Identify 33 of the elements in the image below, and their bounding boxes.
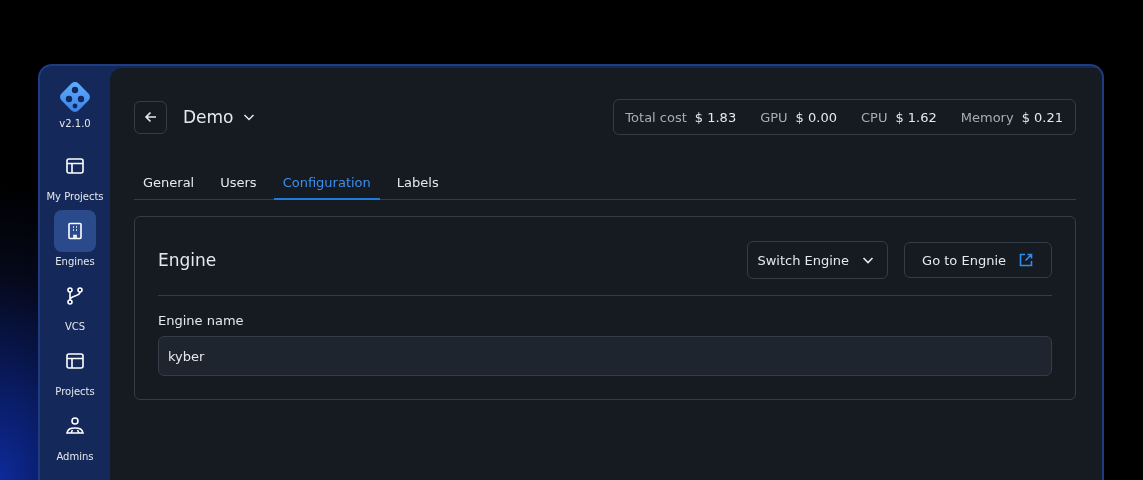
tab[interactable]: Configuration (273, 175, 380, 200)
branch-icon (65, 286, 85, 306)
tab[interactable]: General (134, 175, 204, 200)
back-arrow-icon (142, 109, 159, 125)
layout-icon (65, 156, 85, 176)
engine-name-field[interactable]: kyber (158, 336, 1052, 376)
cost-value: $ 1.62 (895, 109, 937, 125)
nav-label: Admins (56, 451, 94, 462)
nav-label: My Projects (46, 191, 104, 202)
layout-icon (65, 351, 85, 371)
tab[interactable]: Users (211, 175, 266, 200)
user-group-icon (65, 416, 85, 436)
cost-label: Total cost (625, 109, 687, 125)
project-dropdown[interactable]: Demo (183, 107, 256, 127)
field-label: Engine name (158, 313, 245, 328)
tab[interactable]: Labels (387, 175, 448, 200)
card-title: Engine (158, 250, 217, 270)
nav-label: Projects (55, 386, 95, 397)
cost-label: GPU (760, 109, 788, 125)
cost-value: $ 1.83 (694, 109, 737, 125)
nav-item[interactable] (54, 210, 96, 252)
version-label: v2.1.0 (59, 118, 91, 129)
switch-engine-dropdown[interactable]: Switch Engine (747, 241, 889, 279)
cost-label: CPU (860, 109, 888, 125)
go-to-engine-button[interactable]: Go to Engnie (904, 242, 1052, 278)
cost-label: Memory (960, 109, 1014, 125)
external-link-icon (1018, 252, 1034, 268)
building-icon (65, 221, 85, 241)
back-button[interactable] (134, 100, 167, 134)
cost-value: $ 0.00 (795, 109, 837, 125)
cost-value: $ 0.21 (1021, 109, 1063, 125)
nav-label: Engines (55, 256, 95, 267)
nav-label: VCS (64, 321, 86, 332)
